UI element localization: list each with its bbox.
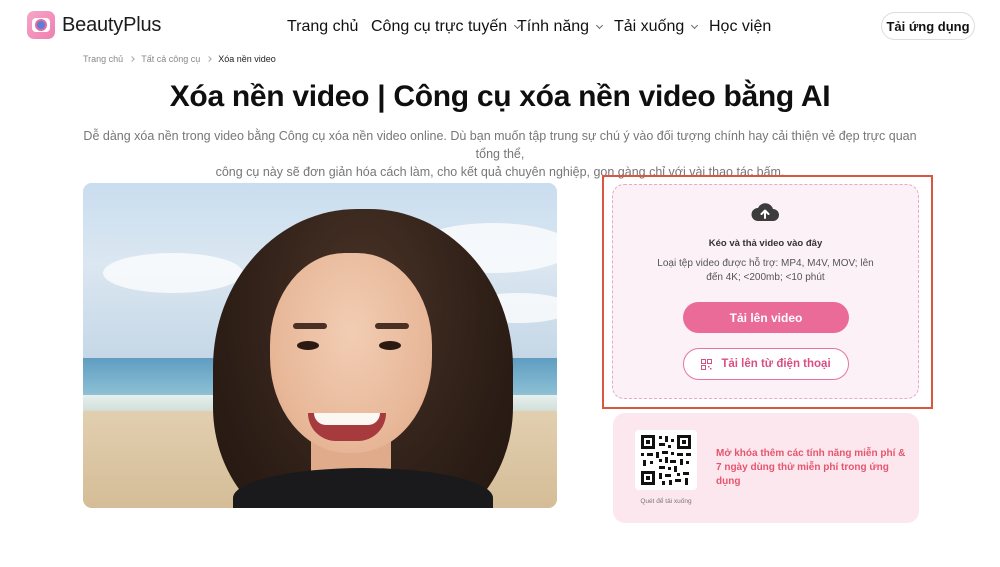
nav-label: Công cụ trực tuyến — [371, 18, 508, 35]
logo[interactable]: BeautyPlus — [27, 11, 161, 39]
breadcrumb-all-tools[interactable]: Tất cả công cụ — [141, 54, 200, 64]
upload-video-button[interactable]: Tải lên video — [683, 302, 849, 333]
person-brow — [293, 323, 327, 329]
download-qr-code — [635, 430, 697, 490]
cloud-shape — [103, 253, 243, 293]
site-header: BeautyPlus Trang chủ Công cụ trực tuyến … — [0, 0, 1000, 50]
subtitle-line: Dễ dàng xóa nền trong video bằng Công cụ… — [83, 129, 917, 161]
dropzone-title: Kéo và thả video vào đây — [708, 238, 823, 249]
chevron-down-icon — [691, 21, 699, 30]
page-title: Xóa nền video | Công cụ xóa nền video bằ… — [169, 80, 831, 113]
qr-code-icon — [701, 358, 713, 370]
nav-item-download[interactable]: Tải xuống — [614, 18, 699, 36]
chevron-down-icon — [596, 21, 604, 30]
breadcrumb: Trang chủ Tất cả công cụ Xóa nền video — [83, 54, 276, 64]
breadcrumb-home[interactable]: Trang chủ — [83, 54, 123, 64]
person-eye — [379, 341, 401, 350]
nav-item-features[interactable]: Tính năng — [517, 18, 604, 36]
nav-item-online-tools[interactable]: Công cụ trực tuyến — [371, 18, 522, 36]
cloud-upload-icon — [751, 203, 779, 221]
promo-text: Mở khóa thêm các tính năng miễn phí & 7 … — [716, 448, 906, 487]
get-app-button[interactable]: Tải ứng dụng — [881, 12, 975, 40]
beautyplus-logo-icon — [27, 11, 55, 39]
nav-label: Tính năng — [517, 18, 590, 35]
nav-label: Học viện — [709, 18, 772, 35]
supported-formats-text: Loại tệp video được hỗ trợ: MP4, M4V, MO… — [657, 258, 874, 283]
upload-from-phone-button[interactable]: Tải lên từ điện thoại — [683, 348, 849, 380]
breadcrumb-current: Xóa nền video — [218, 54, 276, 64]
person-brow — [375, 323, 409, 329]
person-eye — [297, 341, 319, 350]
person-teeth — [314, 413, 380, 425]
demo-image — [83, 183, 557, 508]
nav-item-home[interactable]: Trang chủ — [287, 18, 358, 36]
upload-from-phone-label: Tải lên từ điện thoại — [721, 358, 831, 370]
page-subtitle: Dễ dàng xóa nền trong video bằng Công cụ… — [80, 127, 920, 181]
nav-item-academy[interactable]: Học viện — [709, 18, 771, 36]
qr-caption: Quét để tải xuống — [640, 498, 692, 505]
qr-code-icon — [641, 435, 691, 485]
chevron-right-icon — [206, 56, 213, 62]
nav-label: Trang chủ — [287, 18, 359, 35]
chevron-right-icon — [129, 56, 136, 62]
nav-label: Tải xuống — [614, 18, 685, 35]
brand-name: BeautyPlus — [62, 13, 162, 36]
